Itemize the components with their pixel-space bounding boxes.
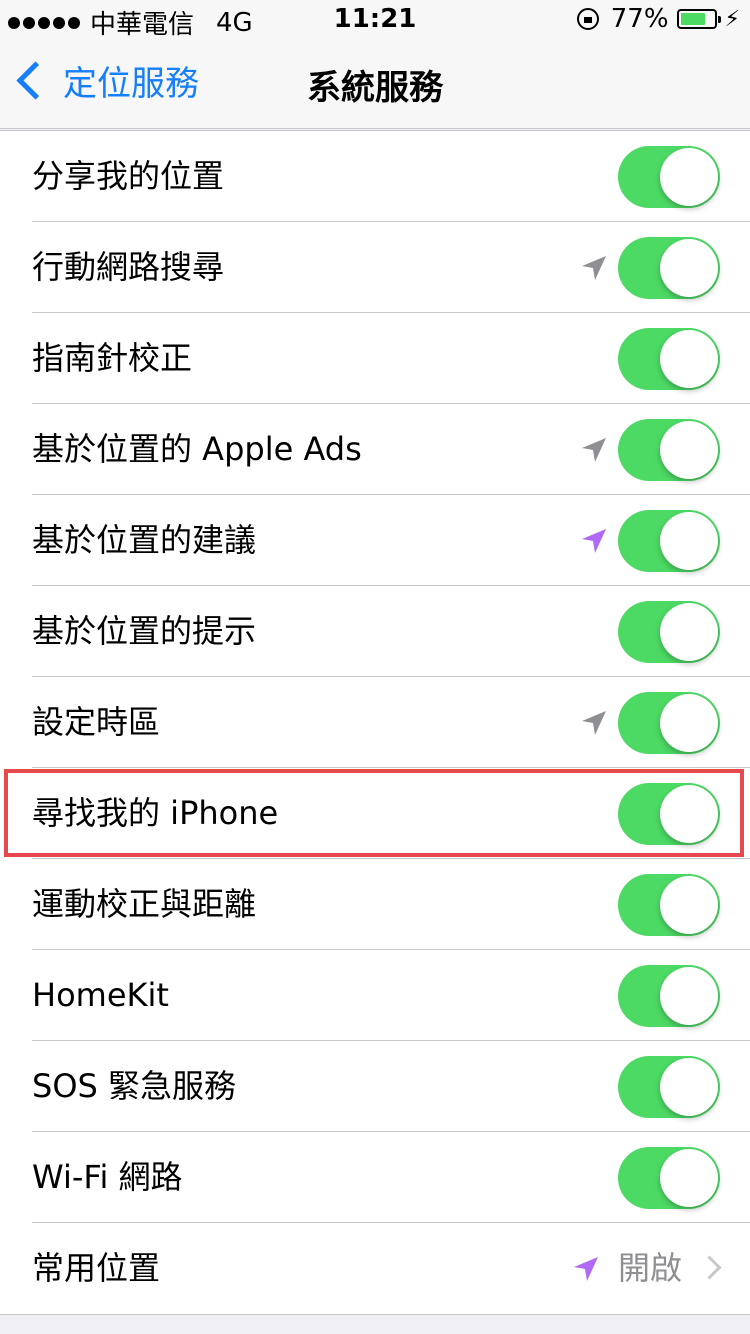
row-label: 設定時區	[32, 703, 161, 741]
row-label: Wi-Fi 網路	[32, 1158, 183, 1196]
settings-row: 指南針校正	[0, 313, 750, 404]
battery-percent: 77%	[610, 4, 669, 34]
settings-row: 行動網路搜尋	[0, 222, 750, 313]
row-label: 指南針校正	[32, 339, 193, 377]
settings-row: Wi-Fi 網路	[0, 1132, 750, 1223]
location-arrow-icon	[574, 1257, 598, 1281]
toggle-knob	[660, 967, 718, 1025]
toggle-switch[interactable]	[618, 692, 720, 754]
row-value: 開啟	[617, 1249, 682, 1287]
status-bar: 中華電信 4G 11:21 77% ⚡	[0, 0, 750, 40]
toggle-knob	[660, 876, 718, 934]
toggle-knob	[660, 1149, 718, 1207]
settings-row: HomeKit	[0, 950, 750, 1041]
settings-row: SOS 緊急服務	[0, 1041, 750, 1132]
row-label: 基於位置的提示	[32, 612, 257, 650]
settings-row: 基於位置的 Apple Ads	[0, 404, 750, 495]
row-label: 基於位置的建議	[32, 521, 257, 559]
row-label: SOS 緊急服務	[32, 1067, 236, 1105]
row-label: 尋找我的 iPhone	[32, 794, 279, 832]
navigation-bar: 定位服務 系統服務	[0, 40, 750, 129]
toggle-knob	[660, 603, 718, 661]
rotation-lock-icon	[576, 8, 599, 30]
toggle-switch[interactable]	[618, 965, 720, 1027]
toggle-switch[interactable]	[618, 237, 720, 299]
toggle-switch[interactable]	[618, 328, 720, 390]
settings-row: 分享我的位置	[0, 131, 750, 222]
settings-row: 尋找我的 iPhone	[0, 768, 750, 859]
location-arrow-icon	[582, 256, 606, 280]
charging-bolt-icon: ⚡	[724, 6, 740, 32]
toggle-switch[interactable]	[618, 510, 720, 572]
settings-list: 分享我的位置 行動網路搜尋 指南針校正基於位置的 Apple Ads 基於位置的建議基…	[0, 130, 750, 1315]
toggle-knob	[660, 785, 718, 843]
row-label: 基於位置的 Apple Ads	[32, 430, 362, 468]
chevron-right-icon	[697, 1255, 722, 1280]
toggle-knob	[660, 421, 718, 479]
settings-row[interactable]: 常用位置 開啟	[0, 1223, 750, 1314]
settings-row: 運動校正與距離	[0, 859, 750, 950]
toggle-switch[interactable]	[618, 783, 720, 845]
location-arrow-icon	[582, 529, 606, 553]
toggle-knob	[660, 239, 718, 297]
settings-row: 基於位置的建議	[0, 495, 750, 586]
toggle-knob	[660, 694, 718, 752]
row-label: 常用位置	[32, 1249, 161, 1287]
row-label: 運動校正與距離	[32, 885, 257, 923]
toggle-switch[interactable]	[618, 419, 720, 481]
location-arrow-icon	[582, 438, 606, 462]
settings-row: 基於位置的提示	[0, 586, 750, 677]
toggle-switch[interactable]	[618, 1056, 720, 1118]
toggle-knob	[660, 512, 718, 570]
battery-icon	[676, 9, 721, 29]
settings-row: 設定時區	[0, 677, 750, 768]
page-title: 系統服務	[307, 68, 443, 108]
row-label: 行動網路搜尋	[32, 248, 225, 286]
toggle-switch[interactable]	[618, 874, 720, 936]
location-arrow-icon	[582, 711, 606, 735]
toggle-switch[interactable]	[618, 146, 720, 208]
toggle-switch[interactable]	[618, 1147, 720, 1209]
toggle-knob	[660, 148, 718, 206]
toggle-knob	[660, 1058, 718, 1116]
row-label: 分享我的位置	[32, 157, 225, 195]
status-right: 77% ⚡	[576, 4, 740, 34]
toggle-knob	[660, 330, 718, 388]
toggle-switch[interactable]	[618, 601, 720, 663]
row-label: HomeKit	[32, 976, 169, 1014]
